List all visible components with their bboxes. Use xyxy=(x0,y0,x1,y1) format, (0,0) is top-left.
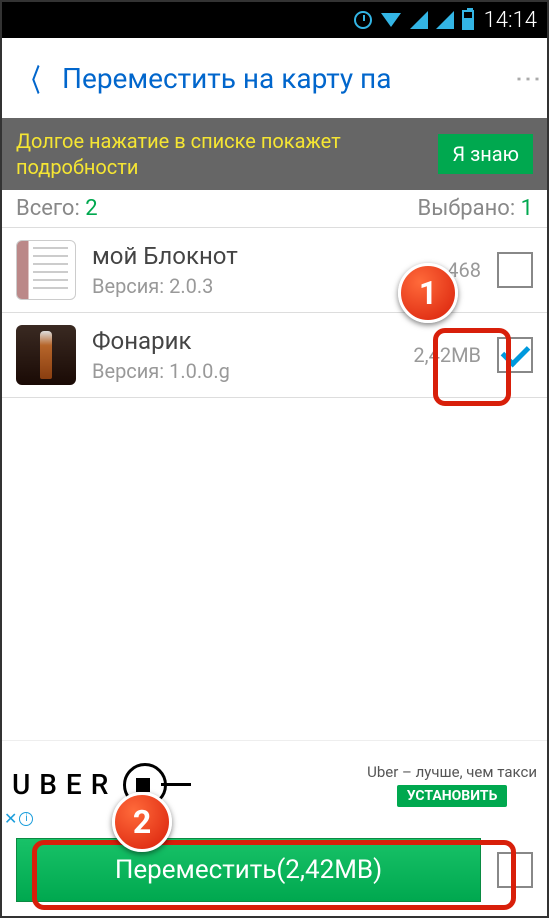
selected-label: Выбрано: xyxy=(417,196,515,221)
title-bar: 〈 Переместить на карту па ⋮ xyxy=(2,38,547,118)
back-icon[interactable]: 〈 xyxy=(22,56,40,100)
status-icons xyxy=(354,9,474,31)
hint-text: Долгое нажатие в списке покажет подробно… xyxy=(16,128,438,180)
hint-ok-button[interactable]: Я знаю xyxy=(438,134,533,174)
page-title: Переместить на карту па xyxy=(62,62,513,95)
alarm-icon xyxy=(354,11,372,29)
signal-icon xyxy=(410,11,428,29)
total-label: Всего: xyxy=(16,196,80,221)
ad-banner[interactable]: U B E R Uber – лучше, чем такси УСТАНОВИ… xyxy=(2,740,547,828)
counts-bar: Всего: 2 Выбрано: 1 xyxy=(2,190,547,228)
selected-count: 1 xyxy=(521,196,533,221)
battery-icon xyxy=(462,10,474,30)
ad-install-button[interactable]: УСТАНОВИТЬ xyxy=(397,785,508,807)
app-size: 2,42MB xyxy=(391,343,481,367)
app-name: Фонарик xyxy=(92,327,375,355)
app-icon-notepad xyxy=(16,240,76,300)
play-line xyxy=(161,783,191,786)
total-count: 2 xyxy=(85,196,97,221)
app-name: мой Блокнот xyxy=(92,242,375,270)
overflow-menu-icon[interactable]: ⋮ xyxy=(523,66,533,90)
app-version: Версия: 1.0.0.g xyxy=(92,359,375,383)
clock: 14:14 xyxy=(484,8,537,33)
wifi-icon xyxy=(380,9,402,31)
ad-text: Uber – лучше, чем такси xyxy=(367,763,537,781)
marker-1: 1 xyxy=(398,263,458,323)
adchoices-icon[interactable]: ✕ i xyxy=(4,809,33,828)
select-all-checkbox[interactable] xyxy=(497,852,533,888)
marker-2: 2 xyxy=(112,792,172,852)
hint-bar: Долгое нажатие в списке покажет подробно… xyxy=(2,118,547,190)
list-item[interactable]: Фонарик Версия: 1.0.0.g 2,42MB xyxy=(2,313,547,398)
app-version: Версия: 2.0.3 xyxy=(92,274,375,298)
ad-logo: U B E R xyxy=(12,768,109,801)
move-button[interactable]: Переместить(2,42MB) xyxy=(16,838,481,902)
list-item[interactable]: мой Блокнот Версия: 2.0.3 468 xyxy=(2,228,547,313)
signal-icon xyxy=(436,11,454,29)
app-checkbox[interactable] xyxy=(497,337,533,373)
status-bar: 14:14 xyxy=(2,2,547,38)
app-icon-flashlight xyxy=(16,325,76,385)
action-row: Переместить(2,42MB) xyxy=(2,828,547,916)
app-checkbox[interactable] xyxy=(497,252,533,288)
